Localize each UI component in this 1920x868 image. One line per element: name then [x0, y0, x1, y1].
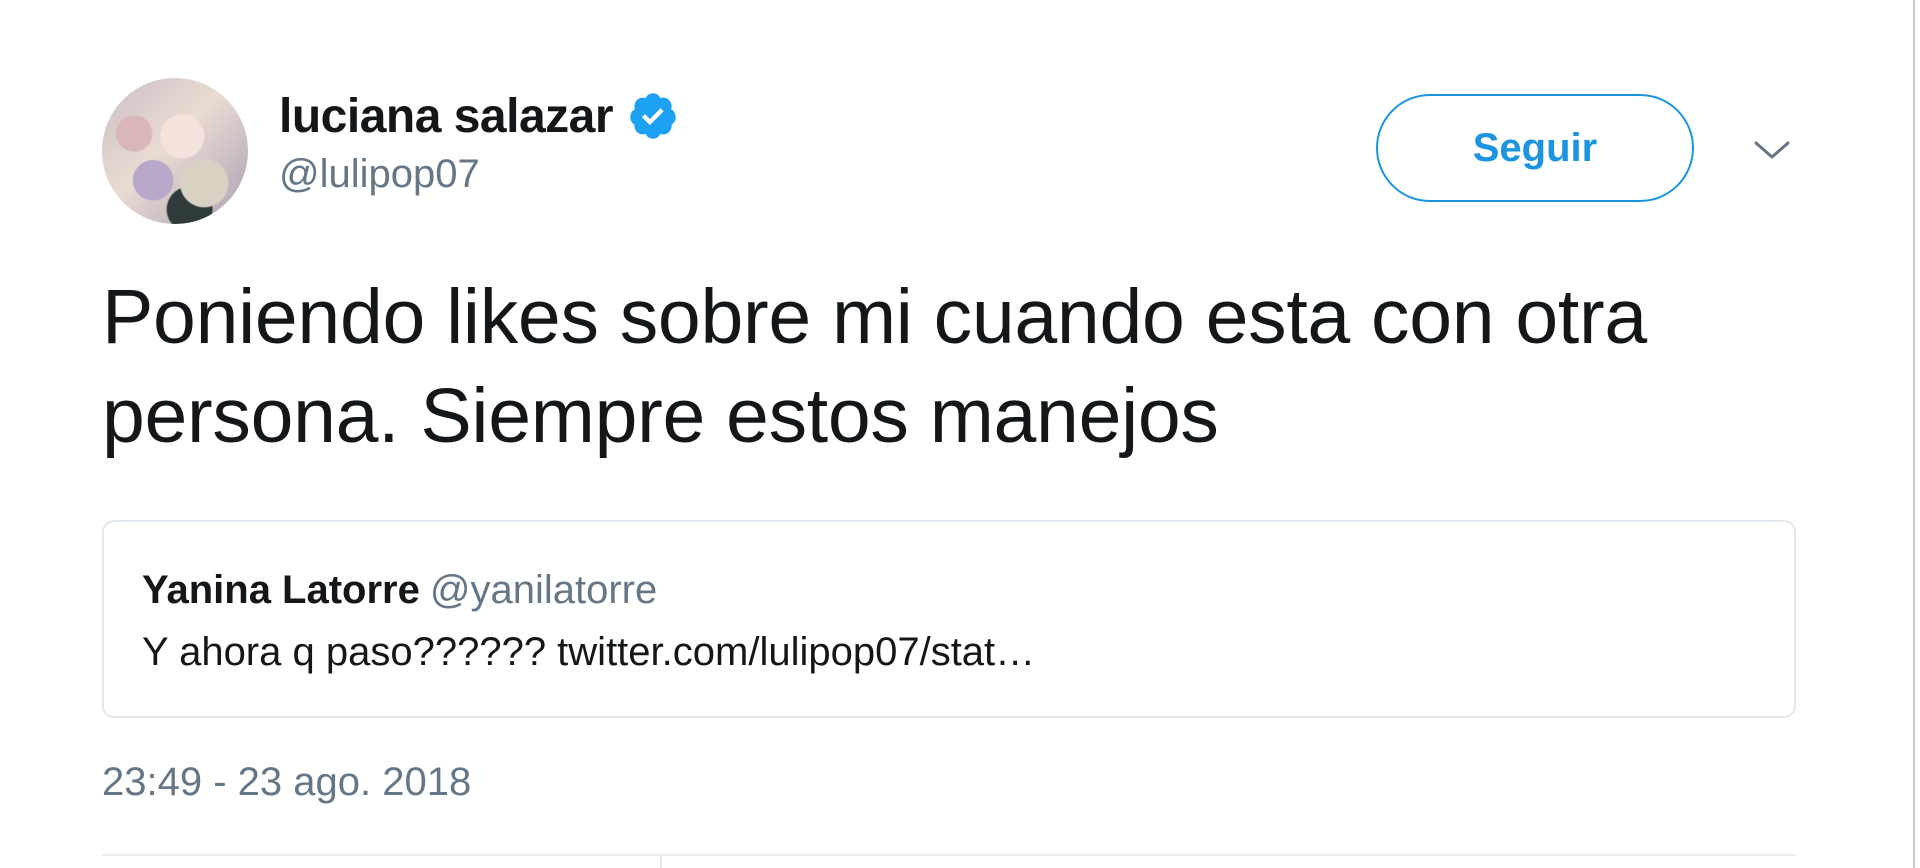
quoted-author-name: Yanina Latorre — [142, 568, 420, 612]
divider — [102, 854, 1796, 856]
scrollbar-edge — [1913, 0, 1915, 868]
tweet-page: luciana salazar @lulipop07 Seguir Ponien… — [0, 0, 1920, 868]
quoted-tweet-header: Yanina Latorre @yanilatorre — [142, 568, 657, 613]
tweet-text: Poniendo likes sobre mi cuando esta con … — [102, 274, 1647, 459]
more-options-button[interactable] — [1748, 128, 1796, 176]
chevron-down-icon — [1752, 138, 1792, 167]
stats-column-divider — [660, 856, 662, 868]
quoted-tweet-text: Y ahora q paso?????? twitter.com/lulipop… — [142, 630, 1036, 674]
tweet-timestamp[interactable]: 23:49 - 23 ago. 2018 — [102, 760, 471, 805]
follow-button[interactable]: Seguir — [1376, 94, 1694, 202]
verified-badge-icon — [627, 90, 679, 142]
quoted-author-handle: @yanilatorre — [429, 568, 658, 612]
avatar[interactable] — [102, 78, 248, 224]
user-block: luciana salazar @lulipop07 — [279, 88, 679, 197]
display-name-row: luciana salazar — [279, 88, 679, 144]
quoted-tweet-card[interactable]: Yanina Latorre @yanilatorre Y ahora q pas… — [102, 520, 1796, 718]
user-handle[interactable]: @lulipop07 — [279, 152, 679, 197]
display-name[interactable]: luciana salazar — [279, 89, 614, 144]
